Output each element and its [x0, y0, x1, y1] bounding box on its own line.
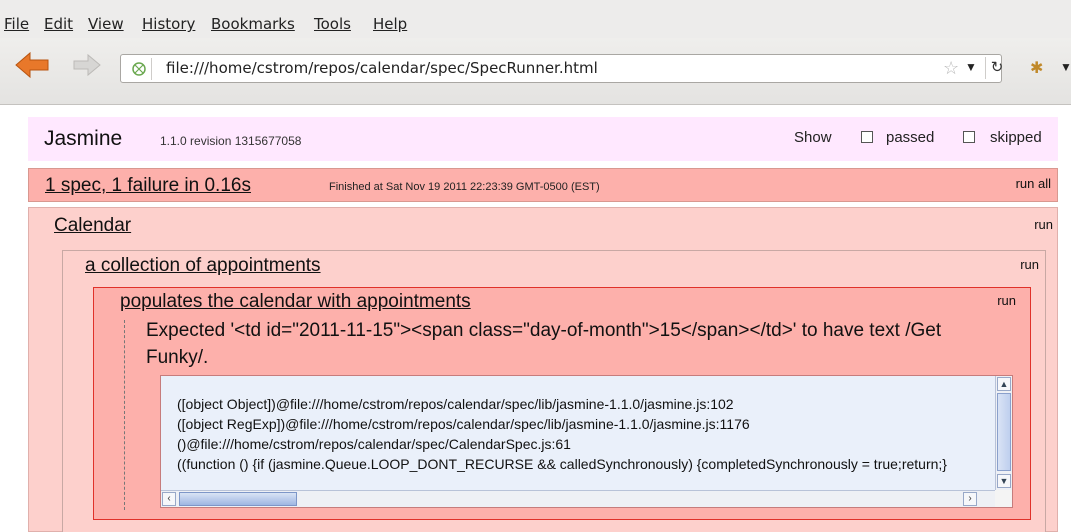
- chevron-down-icon[interactable]: ▼: [1060, 60, 1071, 74]
- passed-label[interactable]: passed: [886, 129, 934, 146]
- trace-line: ([object RegExp])@file:///home/cstrom/re…: [177, 416, 750, 432]
- jasmine-banner: Jasmine 1.1.0 revision 1315677058 Show p…: [28, 117, 1058, 161]
- site-identity-icon[interactable]: [129, 58, 152, 80]
- show-label: Show: [794, 129, 832, 146]
- jasmine-version: 1.1.0 revision 1315677058: [160, 134, 302, 148]
- trace-line: ((function () {if (jasmine.Queue.LOOP_DO…: [177, 456, 947, 472]
- url-bar[interactable]: file:///home/cstrom/repos/calendar/spec/…: [120, 54, 1003, 83]
- menu-help[interactable]: Help: [373, 15, 407, 33]
- failed-spec: populates the calendar with appointments…: [93, 287, 1031, 520]
- horizontal-scroll-thumb[interactable]: [179, 492, 297, 506]
- forward-arrow-icon[interactable]: [72, 52, 102, 78]
- show-skipped-checkbox[interactable]: [963, 131, 975, 143]
- scroll-corner: [995, 490, 1012, 507]
- scroll-left-icon[interactable]: ‹: [162, 492, 176, 506]
- addon-icon[interactable]: ✱: [1030, 58, 1043, 78]
- url-text[interactable]: file:///home/cstrom/repos/calendar/spec/…: [166, 59, 598, 77]
- menu-edit[interactable]: Edit: [44, 15, 73, 33]
- scroll-down-icon[interactable]: ▼: [997, 474, 1011, 488]
- bookmark-star-icon[interactable]: ☆: [943, 59, 959, 77]
- scroll-right-icon[interactable]: ›: [963, 492, 977, 506]
- vertical-scroll-thumb[interactable]: [997, 393, 1011, 471]
- run-summary: 1 spec, 1 failure in 0.16s Finished at S…: [28, 168, 1058, 202]
- menu-history[interactable]: History: [142, 15, 195, 33]
- jasmine-logo: Jasmine: [44, 127, 123, 150]
- subsuite-run-link[interactable]: run: [1020, 257, 1039, 272]
- spec-run-link[interactable]: run: [997, 293, 1016, 308]
- suite-run-link[interactable]: run: [1034, 217, 1053, 232]
- menu-bookmarks[interactable]: Bookmarks: [211, 15, 295, 33]
- horizontal-scrollbar[interactable]: ‹ ›: [161, 490, 995, 507]
- summary-link[interactable]: 1 spec, 1 failure in 0.16s: [45, 175, 251, 197]
- reload-icon[interactable]: ↻: [985, 57, 1008, 79]
- subsuite-name-link[interactable]: a collection of appointments: [85, 255, 321, 277]
- run-all-link[interactable]: run all: [1016, 176, 1051, 191]
- finished-timestamp: Finished at Sat Nov 19 2011 22:23:39 GMT…: [329, 181, 600, 193]
- suite-name-link[interactable]: Calendar: [54, 215, 131, 237]
- menu-file[interactable]: File: [4, 15, 29, 33]
- history-dropdown-icon[interactable]: ▼: [965, 60, 977, 74]
- menu-bar: File Edit View History Bookmarks Tools H…: [0, 0, 1071, 38]
- trace-line: ()@file:///home/cstrom/repos/calendar/sp…: [177, 436, 571, 452]
- trace-line: ([object Object])@file:///home/cstrom/re…: [177, 396, 734, 412]
- menu-view[interactable]: View: [88, 15, 124, 33]
- menu-tools[interactable]: Tools: [314, 15, 351, 33]
- show-passed-checkbox[interactable]: [861, 131, 873, 143]
- spec-divider: [124, 320, 125, 510]
- scroll-up-icon[interactable]: ▲: [997, 377, 1011, 391]
- stack-trace: ([object Object])@file:///home/cstrom/re…: [177, 394, 947, 474]
- back-arrow-icon[interactable]: [14, 50, 50, 80]
- navigation-toolbar: file:///home/cstrom/repos/calendar/spec/…: [0, 38, 1071, 105]
- vertical-scrollbar[interactable]: ▲ ▼: [995, 376, 1012, 490]
- spec-name-link[interactable]: populates the calendar with appointments: [120, 291, 471, 313]
- skipped-label[interactable]: skipped: [990, 129, 1042, 146]
- stack-trace-box[interactable]: ([object Object])@file:///home/cstrom/re…: [160, 375, 1013, 508]
- failure-message: Expected '<td id="2011-11-15"><span clas…: [146, 320, 942, 368]
